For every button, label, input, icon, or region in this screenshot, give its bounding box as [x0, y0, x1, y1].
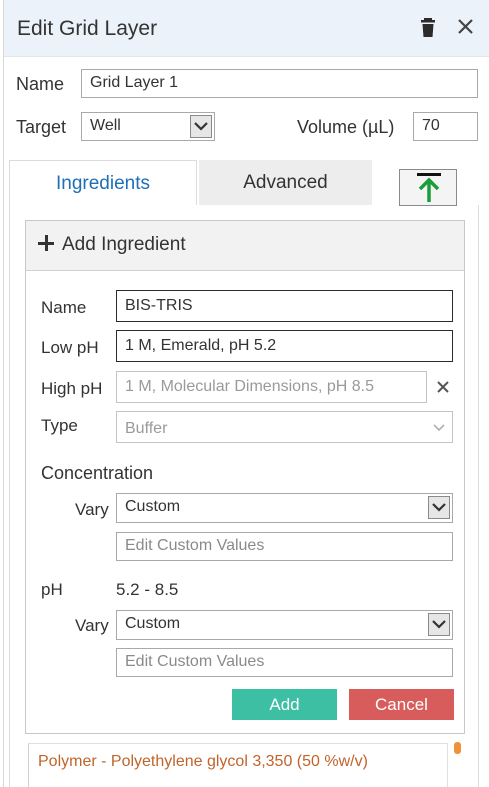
target-select[interactable]: Well — [81, 112, 215, 141]
ingredient-name-value: BIS-TRIS — [125, 297, 193, 314]
concentration-label: Concentration — [41, 463, 154, 483]
type-value: Buffer — [125, 420, 168, 437]
add-ingredient-title: Add Ingredient — [62, 234, 186, 255]
plus-icon — [38, 235, 54, 251]
chevron-down-icon — [428, 613, 450, 636]
add-button[interactable]: Add — [232, 689, 337, 720]
target-label: Target — [16, 117, 67, 137]
tab-advanced-label: Advanced — [243, 172, 328, 193]
high-ph-input[interactable]: 1 M, Molecular Dimensions, pH 8.5 — [116, 371, 427, 403]
close-icon[interactable] — [454, 15, 478, 39]
tab-ingredients-label: Ingredients — [55, 173, 150, 194]
high-ph-label: High pH — [41, 379, 103, 398]
layer-name-label: Name — [16, 74, 65, 94]
type-select[interactable]: Buffer — [116, 411, 453, 443]
ph-vary-label: Vary — [75, 616, 109, 635]
tab-advanced[interactable]: Advanced — [199, 160, 372, 205]
ph-custom-values-input[interactable]: Edit Custom Values — [116, 648, 453, 677]
high-ph-value: 1 M, Molecular Dimensions, pH 8.5 — [125, 378, 374, 395]
trash-icon[interactable] — [417, 15, 441, 39]
ph-vary-value: Custom — [125, 615, 181, 632]
scrollbar-thumb[interactable] — [454, 742, 461, 754]
ph-custom-values-placeholder: Edit Custom Values — [125, 653, 265, 670]
target-value: Well — [90, 117, 121, 134]
conc-vary-select[interactable]: Custom — [116, 493, 453, 523]
conc-vary-label: Vary — [75, 500, 109, 519]
ph-vary-select[interactable]: Custom — [116, 610, 453, 640]
clear-icon[interactable] — [435, 379, 451, 400]
upload-button[interactable] — [399, 169, 457, 206]
volume-value: 70 — [422, 117, 440, 134]
low-ph-value: 1 M, Emerald, pH 5.2 — [125, 337, 277, 354]
ingredient-name-input[interactable]: BIS-TRIS — [116, 290, 453, 322]
volume-input[interactable]: 70 — [413, 112, 478, 141]
cancel-button[interactable]: Cancel — [349, 689, 454, 720]
conc-custom-values-input[interactable]: Edit Custom Values — [116, 532, 453, 561]
conc-vary-value: Custom — [125, 498, 181, 515]
layer-name-value: Grid Layer 1 — [90, 74, 179, 91]
type-label: Type — [41, 416, 78, 435]
volume-label: Volume (µL) — [297, 117, 395, 137]
ph-range: 5.2 - 8.5 — [116, 580, 179, 599]
list-item-label: Polymer - Polyethylene glycol 3,350 (50 … — [38, 753, 368, 770]
chevron-down-icon — [428, 496, 450, 519]
list-item[interactable]: Polymer - Polyethylene glycol 3,350 (50 … — [28, 743, 448, 787]
chevron-down-icon — [432, 421, 446, 439]
low-ph-input[interactable]: 1 M, Emerald, pH 5.2 — [116, 330, 453, 362]
ingredient-name-label: Name — [41, 298, 87, 317]
add-ingredient-header[interactable]: Add Ingredient — [26, 221, 464, 271]
conc-custom-values-placeholder: Edit Custom Values — [125, 537, 265, 554]
tab-ingredients[interactable]: Ingredients — [9, 160, 197, 205]
chevron-down-icon — [190, 115, 212, 138]
panel-header: Edit Grid Layer — [4, 0, 489, 57]
panel-title: Edit Grid Layer — [17, 17, 158, 40]
layer-name-input[interactable]: Grid Layer 1 — [81, 69, 478, 98]
low-ph-label: Low pH — [41, 338, 99, 357]
ph-label: pH — [41, 580, 63, 599]
